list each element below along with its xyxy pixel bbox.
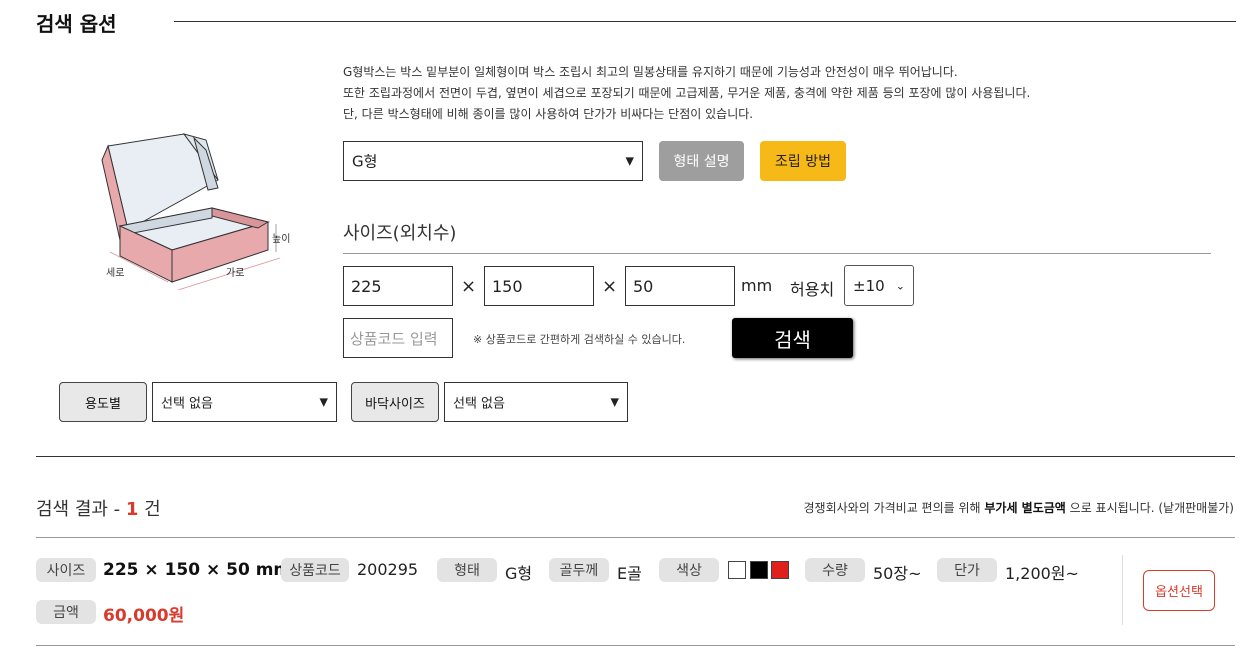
multiply-icon: ×	[602, 276, 618, 297]
width-input[interactable]: 225	[343, 266, 453, 306]
results-title-prefix: 검색 결과 -	[36, 499, 126, 520]
size-divider	[343, 253, 1211, 254]
shape-description-button[interactable]: 형태 설명	[659, 141, 744, 181]
product-code-hint: ※ 상품코드로 간편하게 검색하실 수 있습니다.	[473, 333, 686, 346]
chevron-down-icon: ⌄	[895, 279, 905, 292]
description-line: G형박스는 박스 밑부분이 일체형이며 박스 조립시 최고의 밀봉상태를 유지하…	[343, 65, 958, 79]
vat-note-bold: 부가세 별도금액	[984, 501, 1066, 515]
results-count: 1	[125, 499, 139, 520]
color-tag: 색상	[659, 558, 719, 582]
page-title: 검색 옵션	[36, 12, 117, 36]
vat-note: 경쟁회사와의 가격비교 편의를 위해 부가세 별도금액 으로 표시됩니다. (낱…	[804, 499, 1234, 516]
search-button[interactable]: 검색	[732, 318, 853, 358]
size-value: 225 × 150 × 50 mm	[103, 560, 292, 580]
amount-value: 60,000원	[103, 606, 185, 626]
flute-value: E골	[617, 564, 642, 583]
multiply-icon: ×	[461, 276, 477, 297]
row-bottom-divider	[36, 645, 1235, 646]
title-divider	[174, 21, 1236, 22]
section-header: 검색 옵션	[36, 8, 1236, 38]
description-line: 또한 조립과정에서 전면이 두겹, 옆면이 세겹으로 포장되기 때문에 고급제품…	[343, 86, 1031, 100]
color-swatch-black	[750, 561, 768, 579]
length-label: 세로	[106, 267, 124, 279]
depth-input[interactable]: 150	[484, 266, 594, 306]
results-title: 검색 결과 - 1 건	[36, 495, 161, 521]
size-tag: 사이즈	[36, 558, 96, 582]
size-section-title: 사이즈(외치수)	[343, 223, 457, 244]
amount-tag: 금액	[36, 600, 96, 624]
dropdown-arrow-icon: ▼	[625, 154, 634, 168]
vat-note-text: 경쟁회사와의 가격비교 편의를 위해	[803, 501, 985, 515]
quantity-value: 50장~	[873, 564, 922, 583]
box-description: G형박스는 박스 밑부분이 일체형이며 박스 조립시 최고의 밀봉상태를 유지하…	[343, 62, 1030, 125]
type-tag: 형태	[437, 558, 497, 582]
color-swatch-white	[728, 561, 746, 579]
assembly-method-button[interactable]: 조립 방법	[760, 141, 846, 181]
dropdown-arrow-icon: ▼	[319, 395, 328, 409]
box-illustration: 높이 세로 가로	[101, 133, 290, 290]
description-line: 단, 다른 박스형태에 비해 종이를 많이 사용하여 단가가 비싸다는 단점이 …	[343, 107, 754, 121]
results-title-suffix: 건	[144, 499, 161, 520]
quantity-tag: 수량	[805, 558, 865, 582]
usage-value: 선택 없음	[161, 396, 213, 412]
unit-price-value: 1,200원~	[1005, 564, 1079, 583]
height-input[interactable]: 50	[625, 266, 735, 306]
width-label: 가로	[226, 267, 244, 279]
unit-price-tag: 단가	[937, 558, 997, 582]
box-type-value: G형	[352, 152, 378, 171]
box-type-select[interactable]: G형 ▼	[343, 141, 643, 181]
height-label: 높이	[272, 233, 290, 245]
tolerance-label: 허용치	[790, 280, 835, 299]
usage-select[interactable]: 선택 없음 ▼	[152, 382, 337, 422]
color-swatch-red	[771, 561, 789, 579]
floor-size-select[interactable]: 선택 없음 ▼	[444, 382, 628, 422]
tolerance-value: ±10	[853, 276, 885, 295]
product-code-input[interactable]: 상품코드 입력	[343, 318, 453, 358]
flute-tag: 골두께	[549, 558, 609, 582]
row-separator	[1122, 555, 1123, 625]
unit-label: mm	[741, 276, 773, 295]
type-value: G형	[505, 564, 533, 583]
floor-size-value: 선택 없음	[453, 396, 505, 412]
results-divider	[36, 537, 1235, 538]
option-select-button[interactable]: 옵션선택	[1143, 570, 1215, 611]
product-code-value: 200295	[357, 560, 419, 579]
tolerance-select[interactable]: ±10 ⌄	[844, 265, 914, 306]
usage-filter-button[interactable]: 용도별	[59, 382, 147, 422]
section-divider	[36, 456, 1235, 457]
vat-note-text: 으로 표시됩니다. (낱개판매불가)	[1065, 501, 1234, 515]
product-code-tag: 상품코드	[281, 558, 349, 582]
floor-size-filter-button[interactable]: 바닥사이즈	[351, 382, 439, 422]
dropdown-arrow-icon: ▼	[610, 395, 619, 409]
